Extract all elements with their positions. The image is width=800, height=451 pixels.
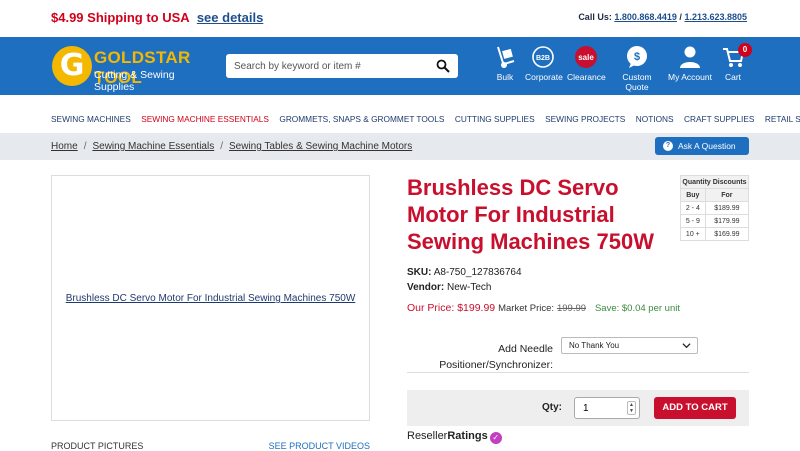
product-sku: SKU: A8-750_127836764 bbox=[407, 267, 522, 278]
phone-link-1[interactable]: 1.800.868.4419 bbox=[614, 12, 677, 22]
discount-price-cell: $189.99 bbox=[704, 201, 750, 215]
search-icon[interactable] bbox=[436, 59, 450, 73]
discount-price-cell: $169.99 bbox=[704, 227, 750, 241]
site-logo[interactable]: G GOLDSTAR TOOL Cutting & Sewing Supplie… bbox=[52, 44, 212, 93]
divider bbox=[407, 372, 749, 373]
category-grommets-snaps[interactable]: GROMMETS, SNAPS & GROMMET TOOLS bbox=[279, 114, 444, 124]
add-to-cart-button[interactable]: ADD TO CART bbox=[654, 397, 736, 419]
nav-cart-label: Cart bbox=[724, 72, 742, 82]
quantity-discount-table: Quantity Discounts Buy For 2 - 4 $189.99… bbox=[680, 175, 750, 241]
market-price-value: 199.99 bbox=[556, 303, 587, 314]
product-vendor: Vendor: New-Tech bbox=[407, 282, 491, 293]
nav-custom-quote-label: Custom Quote bbox=[622, 72, 652, 92]
b2b-icon: B2B bbox=[532, 46, 554, 68]
dollar-chat-icon: $ bbox=[627, 46, 647, 68]
ask-question-button[interactable]: ? Ask A Question bbox=[655, 137, 749, 155]
see-details-link[interactable]: see details bbox=[197, 10, 264, 25]
hand-truck-icon bbox=[497, 46, 515, 68]
discount-buy-cell: 5 - 9 bbox=[680, 214, 706, 228]
table-row: 10 + $169.99 bbox=[680, 227, 750, 241]
savings-text: Save: $0.04 per unit bbox=[594, 303, 680, 314]
sku-label: SKU: bbox=[407, 267, 432, 278]
product-image-alt-text[interactable]: Brushless DC Servo Motor For Industrial … bbox=[52, 293, 369, 304]
logo-mark: G bbox=[52, 46, 92, 86]
nav-my-account[interactable]: My Account bbox=[668, 45, 712, 82]
breadcrumb-separator: / bbox=[83, 141, 87, 152]
sku-value: A8-750_127836764 bbox=[433, 267, 522, 278]
price-row: Our Price: $199.99 Market Price: 199.99 … bbox=[407, 302, 680, 314]
breadcrumb-sewing-machine-essentials[interactable]: Sewing Machine Essentials bbox=[92, 141, 214, 152]
site-header: G GOLDSTAR TOOL Cutting & Sewing Supplie… bbox=[0, 37, 800, 95]
call-us-label: Call Us: bbox=[578, 12, 612, 22]
breadcrumb-home[interactable]: Home bbox=[51, 141, 78, 152]
market-price-label: Market Price: bbox=[498, 303, 555, 314]
quantity-spinner[interactable]: ▲ ▼ bbox=[627, 401, 636, 415]
add-to-cart-row: Qty: ▲▼ ADD TO CART bbox=[407, 390, 749, 426]
breadcrumb: Home / Sewing Machine Essentials / Sewing Ta… bbox=[51, 141, 412, 152]
discount-buy-cell: 10 + bbox=[680, 227, 706, 241]
reseller-ratings-prefix: Reseller bbox=[407, 430, 448, 442]
our-price-label: Our Price: bbox=[407, 302, 455, 314]
nav-custom-quote[interactable]: $ Custom Quote bbox=[610, 45, 664, 92]
quantity-input[interactable] bbox=[575, 398, 625, 418]
nav-corporate-label: Corporate bbox=[525, 72, 563, 82]
cart-count-badge: 0 bbox=[738, 43, 752, 57]
table-row: 5 - 9 $179.99 bbox=[680, 214, 750, 228]
shipping-promo: $4.99 Shipping to USA see details bbox=[51, 10, 263, 25]
category-notions[interactable]: NOTIONS bbox=[636, 114, 674, 124]
top-promo-bar: $4.99 Shipping to USA see details Call U… bbox=[0, 0, 800, 37]
nav-bulk-label: Bulk bbox=[496, 72, 514, 82]
checkmark-icon: ✓ bbox=[489, 432, 502, 444]
ask-question-label: Ask A Question bbox=[678, 141, 736, 151]
product-image-box[interactable]: Brushless DC Servo Motor For Industrial … bbox=[51, 175, 370, 421]
discount-col-for: For bbox=[704, 188, 750, 202]
breadcrumb-sewing-tables[interactable]: Sewing Tables & Sewing Machine Motors bbox=[229, 141, 412, 152]
needle-positioner-value: No Thank You bbox=[569, 341, 620, 350]
breadcrumb-bar: Home / Sewing Machine Essentials / Sewing Ta… bbox=[0, 133, 800, 160]
chevron-down-icon bbox=[682, 343, 691, 349]
our-price-value: $199.99 bbox=[457, 302, 496, 314]
category-sewing-machines[interactable]: SEWING MACHINES bbox=[51, 114, 131, 124]
qty-label: Qty: bbox=[542, 402, 562, 413]
search-input[interactable] bbox=[226, 54, 426, 78]
question-icon: ? bbox=[663, 141, 673, 151]
nav-corporate[interactable]: B2B Corporate bbox=[525, 45, 563, 82]
table-row: 2 - 4 $189.99 bbox=[680, 201, 750, 215]
nav-cart[interactable]: 0 Cart bbox=[720, 43, 752, 82]
svg-text:sale: sale bbox=[578, 53, 594, 62]
product-title: Brushless DC Servo Motor For Industrial … bbox=[407, 175, 654, 254]
quantity-stepper: ▲▼ bbox=[574, 397, 640, 419]
discount-price-cell: $179.99 bbox=[704, 214, 750, 228]
category-sewing-projects[interactable]: SEWING PROJECTS bbox=[545, 114, 625, 124]
call-us: Call Us: 1.800.868.4419 / 1.213.623.8805 bbox=[578, 12, 747, 22]
quantity-discount-header: Quantity Discounts bbox=[680, 175, 749, 189]
discount-buy-cell: 2 - 4 bbox=[680, 201, 706, 215]
breadcrumb-separator: / bbox=[220, 141, 223, 152]
nav-clearance[interactable]: sale Clearance bbox=[567, 45, 606, 82]
nav-my-account-label: My Account bbox=[668, 72, 712, 82]
category-craft-supplies[interactable]: CRAFT SUPPLIES bbox=[684, 114, 754, 124]
logo-subtitle: Cutting & Sewing Supplies bbox=[94, 69, 175, 93]
sale-icon: sale bbox=[575, 46, 597, 68]
nav-clearance-label: Clearance bbox=[567, 72, 606, 82]
search-box bbox=[226, 54, 458, 78]
user-icon bbox=[680, 46, 700, 68]
category-cutting-supplies[interactable]: CUTTING SUPPLIES bbox=[455, 114, 535, 124]
svg-text:B2B: B2B bbox=[536, 55, 550, 62]
category-sewing-machine-essentials[interactable]: SEWING MACHINE ESSENTIALS bbox=[141, 114, 269, 124]
phone-link-2[interactable]: 1.213.623.8805 bbox=[684, 12, 747, 22]
category-retail-supplies[interactable]: RETAIL SUPPLIES bbox=[765, 114, 800, 124]
needle-positioner-select[interactable]: No Thank You bbox=[561, 337, 698, 354]
vendor-value: New-Tech bbox=[447, 282, 492, 293]
category-nav: SEWING MACHINES SEWING MACHINE ESSENTIAL… bbox=[0, 95, 800, 133]
nav-bulk[interactable]: Bulk bbox=[490, 45, 520, 82]
reseller-ratings-bold: Ratings bbox=[447, 430, 488, 442]
svg-text:$: $ bbox=[634, 51, 640, 63]
needle-positioner-label: Add Needle Positioner/Synchronizer: bbox=[439, 343, 553, 371]
reseller-ratings-logo[interactable]: ResellerRatings ✓ bbox=[407, 430, 502, 444]
shipping-promo-text: $4.99 Shipping to USA bbox=[51, 10, 190, 25]
vendor-label: Vendor: bbox=[407, 282, 445, 293]
discount-col-buy: Buy bbox=[680, 188, 706, 202]
